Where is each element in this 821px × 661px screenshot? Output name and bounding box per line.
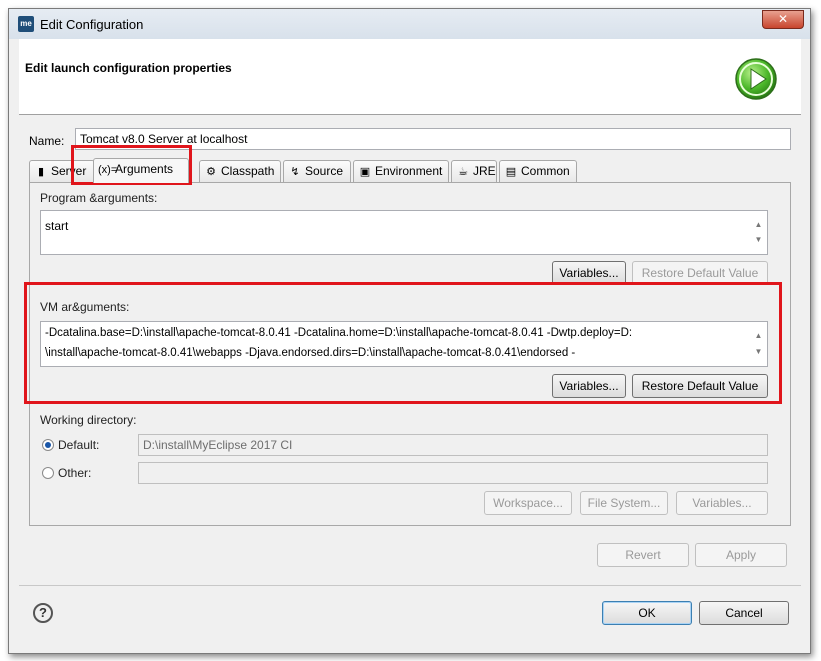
tab-server[interactable]: ▮ Server [29,160,95,182]
default-dir-radio[interactable] [42,439,54,451]
arguments-tab-panel: Program &arguments: start ▲ ▼ Variables.… [29,182,791,526]
default-dir-label: Default: [58,438,100,452]
other-dir-label: Other: [58,466,92,480]
program-arguments-textarea[interactable]: start ▲ ▼ [40,210,768,255]
tab-classpath[interactable]: ⚙ Classpath [199,160,281,182]
ok-button[interactable]: OK [602,601,692,625]
classpath-icon: ⚙ [206,166,216,178]
name-input[interactable]: Tomcat v8.0 Server at localhost [75,128,791,150]
close-button[interactable]: ✕ [762,10,804,29]
tab-source[interactable]: ↯ Source [283,160,351,182]
file-system-button[interactable]: File System... [580,491,668,515]
program-variables-button[interactable]: Variables... [552,261,626,285]
working-dir-variables-button[interactable]: Variables... [676,491,768,515]
other-dir-field[interactable] [138,462,768,484]
configuration-form: Name: Tomcat v8.0 Server at localhost ▮ S… [19,115,801,533]
footer-separator [19,585,801,586]
tab-arguments[interactable]: (x)=Arguments [93,158,189,183]
edit-configuration-dialog: me Edit Configuration ✕ Edit launch conf… [8,8,811,654]
jre-icon: ☕ [458,166,468,178]
myeclipse-app-icon: me [18,16,34,32]
help-icon[interactable]: ? [33,603,53,623]
header-title: Edit launch configuration properties [25,61,232,75]
other-dir-radio[interactable] [42,467,54,479]
name-label: Name: [29,134,65,148]
environment-icon: ▣ [359,166,371,178]
tab-jre[interactable]: ☕ JRE [451,160,497,182]
apply-button[interactable]: Apply [695,543,787,567]
vm-variables-button[interactable]: Variables... [552,374,626,398]
server-icon: ▮ [37,166,45,178]
window-title: Edit Configuration [40,17,144,32]
vm-restore-default-button[interactable]: Restore Default Value [632,374,768,398]
arguments-icon: (x)= [98,164,118,176]
cancel-button[interactable]: Cancel [699,601,789,625]
title-bar[interactable]: me Edit Configuration ✕ [9,9,810,39]
workspace-button[interactable]: Workspace... [484,491,572,515]
working-directory-label: Working directory: [40,413,137,427]
scroll-down-arrow-icon[interactable]: ▼ [750,342,767,362]
vm-args-scrollbar[interactable]: ▲ ▼ [750,322,767,366]
revert-button[interactable]: Revert [597,543,689,567]
program-args-scrollbar[interactable]: ▲ ▼ [750,211,767,254]
vm-arguments-label: VM ar&guments: [40,300,130,314]
vm-arguments-textarea[interactable]: -Dcatalina.base=D:\install\apache-tomcat… [40,321,768,367]
header-panel: Edit launch configuration properties [19,39,801,115]
default-dir-field: D:\install\MyEclipse 2017 CI [138,434,768,456]
tab-common[interactable]: ▤ Common [499,160,577,182]
tab-environment[interactable]: ▣ Environment [353,160,449,182]
run-play-icon [735,58,777,100]
common-icon: ▤ [505,166,517,178]
program-arguments-label: Program &arguments: [40,191,158,205]
program-restore-default-button[interactable]: Restore Default Value [632,261,768,285]
source-icon: ↯ [290,166,300,178]
scroll-down-arrow-icon[interactable]: ▼ [750,230,767,250]
